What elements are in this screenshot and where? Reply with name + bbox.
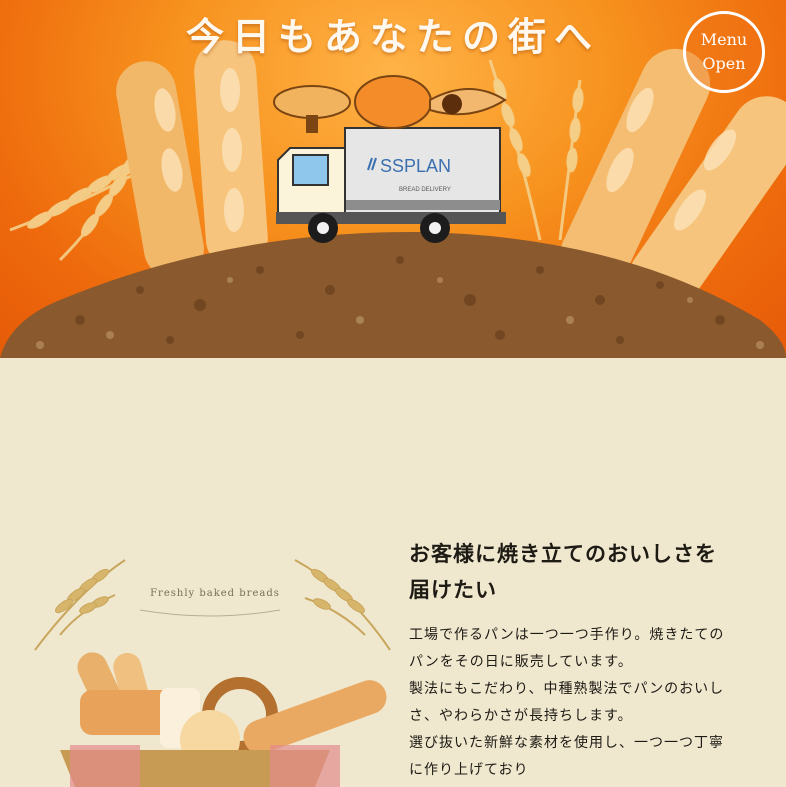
paragraph-line: 選び抜いた新鮮な素材を使用し、一つ一つ丁寧 [409, 735, 724, 751]
paragraph-line: パンをその日に販売しています。 [409, 654, 633, 670]
basket-icon [60, 745, 340, 787]
bread-characters-icon [273, 75, 507, 133]
delivery-truck-icon: SSPLAN BREAD DELIVERY [276, 127, 506, 243]
menu-label-line2: Open [702, 54, 746, 73]
hero-title: 今日もあなたの街へ [185, 15, 600, 59]
truck-subtitle: BREAD DELIVERY [399, 187, 451, 193]
wheat-left-deco-icon [34, 559, 126, 651]
section-paragraph: 工場で作るパンは一つ一つ手作り。焼きたての パンをその日に販売しています。 製法… [409, 622, 754, 784]
truck-brand: SSPLAN [380, 156, 451, 176]
illustration-caption: Freshly baked breads [150, 588, 280, 599]
wheat-right-deco-icon [294, 559, 391, 651]
paragraph-line: さ、やわらかさが長持ちします。 [409, 708, 633, 724]
heading-line-2: 届けたい [409, 578, 497, 602]
bread-basket-illustration [34, 559, 391, 787]
paragraph-line: に作り上げており [409, 762, 529, 778]
paragraph-line: 工場で作るパンは一つ一つ手作り。焼きたての [409, 627, 725, 643]
hero-banner: SSPLAN BREAD DELIVERY 今日もあなたの街へ Menu Ope… [0, 0, 786, 358]
menu-label-line1: Menu [700, 30, 748, 49]
menu-open-button[interactable]: Menu Open [683, 11, 765, 93]
section-heading: お客様に焼き立てのおいしさを 届けたい [409, 536, 769, 608]
paragraph-line: 製法にもこだわり、中種熟製法でパンのおいし [409, 681, 725, 697]
heading-line-1: お客様に焼き立てのおいしさを [409, 542, 717, 566]
